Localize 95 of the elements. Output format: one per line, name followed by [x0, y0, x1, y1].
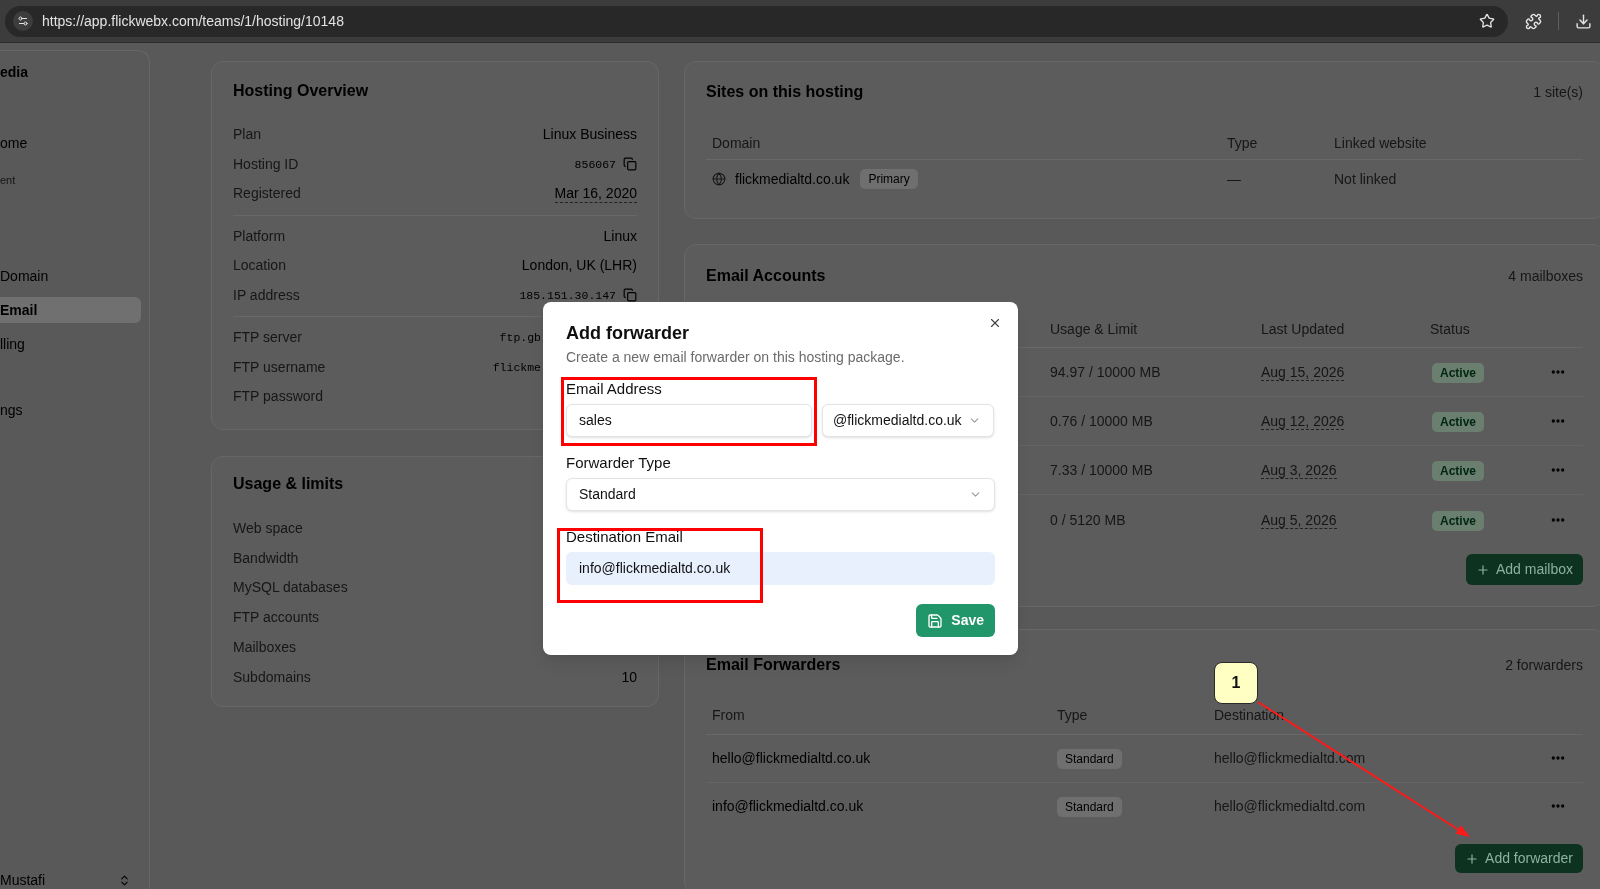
- detail-value: 856067: [574, 156, 616, 173]
- workspace-name: edia: [0, 63, 28, 81]
- sidebar-section-label: ent: [0, 172, 17, 188]
- linked-website-value: Not linked: [1334, 171, 1397, 187]
- detail-label: FTP password: [233, 387, 323, 407]
- usage-value: 0.76 / 10000 MB: [1050, 413, 1153, 429]
- date-value: Aug 5, 2026: [1261, 511, 1337, 529]
- detail-label: Registered: [233, 184, 301, 204]
- usage-label: MySQL databases: [233, 578, 348, 598]
- status-badge: Active: [1432, 363, 1485, 383]
- detail-label: Plan: [233, 125, 262, 145]
- close-icon[interactable]: [988, 316, 1002, 330]
- detail-value: 185.151.30.147: [519, 287, 616, 304]
- user-menu[interactable]: Mustafi: [0, 871, 141, 889]
- sidebar-item[interactable]: ngs: [0, 397, 141, 423]
- save-button[interactable]: Save: [916, 604, 995, 637]
- copy-icon[interactable]: [623, 288, 637, 303]
- email-input[interactable]: sales: [566, 404, 812, 437]
- dialog-title: Add forwarder: [566, 322, 689, 344]
- card-title: Hosting Overview: [233, 81, 369, 101]
- usage-label: Mailboxes: [233, 638, 297, 658]
- column-header: Last Updated: [1261, 320, 1345, 337]
- usage-value: 94.97 / 10000 MB: [1050, 364, 1161, 380]
- date-value: Aug 3, 2026: [1261, 462, 1337, 479]
- detail-value: London, UK (LHR): [521, 256, 637, 276]
- detail-label: IP address: [233, 285, 300, 305]
- extensions-icon[interactable]: [1525, 12, 1542, 30]
- type-badge: Standard: [1057, 797, 1122, 818]
- url-text: https://app.flickwebx.com/teams/1/hosting/10148: [42, 12, 344, 30]
- domain-name[interactable]: flickmedialtd.co.uk: [735, 168, 850, 190]
- domain-select[interactable]: @flickmedialtd.co.uk: [822, 404, 994, 437]
- card-title: Email Forwarders: [706, 655, 841, 675]
- date-value: Aug 12, 2026: [1261, 413, 1345, 430]
- field-label: Email Address: [566, 379, 662, 399]
- detail-value: Linux: [603, 226, 637, 246]
- sidebar-item[interactable]: ome: [0, 130, 141, 156]
- card-title: Sites on this hosting: [706, 82, 864, 102]
- usage-label: Bandwidth: [233, 548, 299, 568]
- field-label: Destination Email: [566, 527, 683, 547]
- step-callout: 1: [1214, 662, 1258, 704]
- detail-label: FTP username: [233, 357, 326, 377]
- chevrons-up-down-icon: [118, 873, 131, 887]
- dialog-description: Create a new email forwarder on this hosting package.: [566, 348, 905, 367]
- detail-label: FTP server: [233, 328, 302, 348]
- usage-label: Web space: [233, 518, 303, 538]
- date-value: Mar 16, 2020: [554, 184, 637, 204]
- status-badge: Active: [1432, 412, 1485, 432]
- usage-label: Subdomains: [233, 667, 311, 687]
- usage-label: FTP accounts: [233, 608, 320, 628]
- card-title: Email Accounts: [706, 266, 826, 286]
- plus-icon: [1475, 562, 1490, 577]
- detail-label: Location: [233, 256, 286, 276]
- item-count: 4 mailboxes: [1508, 266, 1583, 286]
- column-header: Type: [1227, 134, 1258, 151]
- primary-badge: Primary: [860, 169, 918, 189]
- card-title: Usage & limits: [233, 473, 344, 494]
- column-header: Usage & Limit: [1050, 320, 1138, 337]
- usage-value: 7.33 / 10000 MB: [1050, 462, 1153, 478]
- forwarder-source: hello@flickmedialtd.co.uk: [712, 750, 871, 767]
- type-value: —: [1227, 171, 1241, 187]
- usage-value: 10: [621, 667, 637, 687]
- item-count: 1 site(s): [1533, 82, 1583, 102]
- save-icon: [927, 612, 944, 629]
- sidebar-item[interactable]: lling: [0, 331, 141, 357]
- column-header: Linked website: [1334, 134, 1427, 151]
- usage-value: 0 / 5120 MB: [1050, 511, 1126, 528]
- status-badge: Active: [1432, 510, 1485, 531]
- detail-label: Hosting ID: [233, 154, 299, 174]
- download-icon[interactable]: [1575, 12, 1592, 30]
- add-button[interactable]: Add mailbox: [1465, 554, 1583, 585]
- address-bar[interactable]: https://app.flickwebx.com/teams/1/hosting/10148: [5, 5, 1508, 37]
- detail-value: flickme: [492, 359, 541, 376]
- column-header: Status: [1430, 320, 1470, 337]
- site-settings-icon[interactable]: [13, 11, 33, 31]
- field-label: Forwarder Type: [566, 453, 671, 473]
- email-input[interactable]: info@flickmedialtd.co.uk: [566, 552, 995, 585]
- globe-icon: [712, 172, 726, 186]
- add-button[interactable]: Add forwarder: [1455, 844, 1583, 873]
- detail-value: ftp.gb: [499, 330, 541, 347]
- forwarder-destination: hello@flickmedialtd.com: [1214, 798, 1366, 815]
- detail-value: Linux Business: [542, 125, 637, 145]
- status-badge: Active: [1432, 461, 1485, 481]
- bookmark-star-icon[interactable]: [1479, 13, 1495, 29]
- forwarder-source: info@flickmedialtd.co.uk: [712, 798, 864, 815]
- plus-icon: [1465, 851, 1480, 866]
- item-count: 2 forwarders: [1505, 655, 1583, 675]
- type-badge: Standard: [1057, 749, 1122, 770]
- type-select[interactable]: Standard: [566, 478, 995, 511]
- date-value: Aug 15, 2026: [1261, 364, 1345, 381]
- column-header: From: [712, 706, 745, 723]
- column-header: Type: [1057, 706, 1088, 723]
- sidebar-item[interactable]: Email: [0, 297, 141, 323]
- sidebar-item[interactable]: Domain: [0, 263, 141, 289]
- detail-label: Platform: [233, 226, 286, 246]
- column-header: Domain: [712, 134, 761, 151]
